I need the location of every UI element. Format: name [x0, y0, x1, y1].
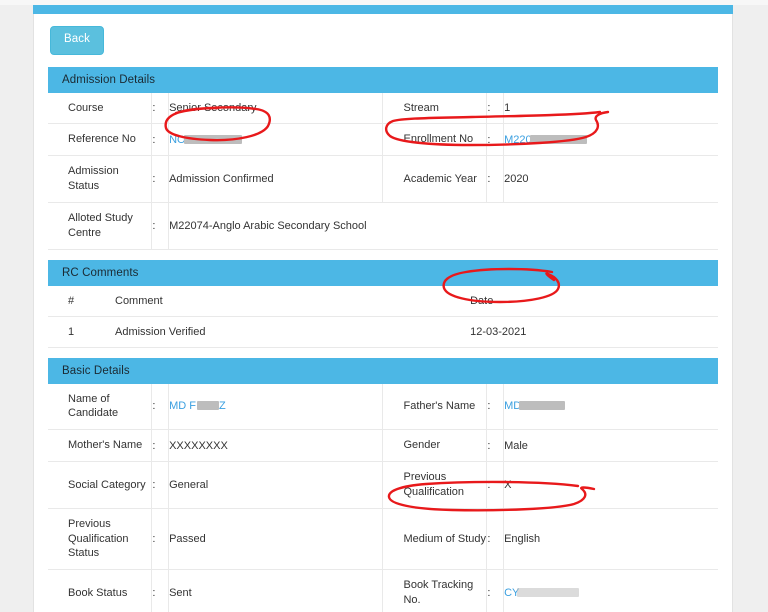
table-row: 1 Admission Verified 12-03-2021 [48, 316, 718, 348]
field-value-admission-status: Admission Confirmed [168, 155, 384, 203]
table-row: Social Category : General Previous Quali… [48, 461, 718, 509]
field-label-social-category: Social Category [48, 461, 153, 509]
field-label-academic-year: Academic Year [382, 155, 488, 203]
colon-separator: : [486, 383, 505, 431]
field-label-previous-qualification: Previous Qualification [382, 461, 488, 509]
colon-separator: : [486, 508, 505, 571]
rc-comments-table: # Comment Date 1 Admission Verified 12-0… [48, 285, 718, 348]
field-label-course: Course [48, 92, 153, 125]
section-title-rc-comments: RC Comments [48, 259, 718, 286]
redaction-bar [529, 134, 587, 144]
table-row: Name of Candidate : MD FZ Father's Name … [48, 383, 718, 431]
field-value-enrollment-no: M220 [503, 123, 718, 157]
column-header-index: # [48, 285, 115, 317]
column-header-comment: Comment [115, 285, 471, 317]
field-label-book-tracking-no: Book Tracking No. [382, 569, 488, 612]
screenshot-root: Back Admission Details Course : Senior S… [0, 0, 768, 612]
table-row: Previous Qualification Status : Passed M… [48, 508, 718, 571]
field-value-social-category: General [168, 461, 384, 509]
colon-separator: : [486, 461, 505, 509]
field-label-gender: Gender [382, 429, 488, 463]
section-title-admission-details: Admission Details [48, 66, 718, 93]
field-label-mothers-name: Mother's Name [48, 429, 153, 463]
admission-details-table: Course : Senior Secondary Stream : 1 Ref… [48, 92, 718, 250]
field-value-stream: 1 [503, 92, 718, 125]
colon-separator: : [151, 461, 170, 509]
cell-date: 12-03-2021 [470, 316, 718, 348]
table-row: Book Status : Sent Book Tracking No. : C… [48, 569, 718, 612]
field-label-enrollment-no: Enrollment No [382, 123, 488, 157]
field-value-reference-no: NO [168, 123, 384, 157]
redaction-bar [183, 134, 242, 144]
cell-index: 1 [48, 316, 115, 348]
back-button[interactable]: Back [50, 26, 104, 55]
field-label-reference-no: Reference No [48, 123, 153, 157]
field-label-book-status: Book Status [48, 569, 153, 612]
field-value-gender: Male [503, 429, 718, 463]
table-header-row: # Comment Date [48, 285, 718, 317]
colon-separator: : [151, 92, 170, 125]
field-value-book-tracking-no: CY [503, 569, 718, 612]
field-label-medium-of-study: Medium of Study [382, 508, 488, 571]
field-value-previous-qualification-status: Passed [168, 508, 384, 571]
field-value-name-of-candidate-text: MD F [169, 400, 196, 413]
field-label-fathers-name: Father's Name [382, 383, 488, 431]
section-title-basic-details: Basic Details [48, 357, 718, 384]
table-row: Admission Status : Admission Confirmed A… [48, 155, 718, 203]
colon-separator: : [151, 383, 170, 431]
field-value-alloted-study-centre: M22074-Anglo Arabic Secondary School [168, 202, 718, 250]
colon-separator: : [486, 123, 505, 157]
field-label-stream: Stream [382, 92, 488, 125]
table-row: Reference No : NO Enrollment No : M220 [48, 123, 718, 157]
colon-separator: : [486, 155, 505, 203]
colon-separator: : [151, 155, 170, 203]
page-content: Back Admission Details Course : Senior S… [34, 14, 732, 612]
table-row: Alloted Study Centre : M22074-Anglo Arab… [48, 202, 718, 250]
table-row: Course : Senior Secondary Stream : 1 [48, 92, 718, 125]
field-value-fathers-name: MD [503, 383, 718, 431]
cell-comment: Admission Verified [115, 316, 471, 348]
colon-separator: : [151, 202, 170, 250]
panel-admission-details: Admission Details Course : Senior Second… [48, 66, 718, 250]
field-label-name-of-candidate: Name of Candidate [48, 383, 153, 431]
field-value-medium-of-study: English [503, 508, 718, 571]
colon-separator: : [151, 123, 170, 157]
back-button-row: Back [48, 24, 718, 67]
column-header-date: Date [470, 285, 718, 317]
field-value-name-suffix: Z [218, 400, 226, 413]
panel-basic-details: Basic Details Name of Candidate : MD FZ … [48, 357, 718, 612]
basic-details-table: Name of Candidate : MD FZ Father's Name … [48, 383, 718, 612]
site-header-bar [33, 5, 733, 14]
field-value-enrollment-no-text: M220 [504, 133, 532, 146]
field-value-previous-qualification: X [503, 461, 718, 509]
redaction-bar [517, 588, 580, 598]
field-label-admission-status: Admission Status [48, 155, 153, 203]
colon-separator: : [151, 508, 170, 571]
field-value-book-status: Sent [168, 569, 384, 612]
colon-separator: : [151, 429, 170, 463]
colon-separator: : [486, 569, 505, 612]
table-row: Mother's Name : XXXXXXXX Gender : Male [48, 429, 718, 463]
colon-separator: : [151, 569, 170, 612]
colon-separator: : [486, 429, 505, 463]
panel-rc-comments: RC Comments # Comment Date 1 Admission V… [48, 259, 718, 348]
field-value-course: Senior Secondary [168, 92, 384, 125]
field-value-mothers-name: XXXXXXXX [168, 429, 384, 463]
field-value-academic-year: 2020 [503, 155, 718, 203]
colon-separator: : [486, 92, 505, 125]
redaction-bar [519, 401, 566, 411]
page-container: Back Admission Details Course : Senior S… [33, 5, 733, 612]
field-label-previous-qualification-status: Previous Qualification Status [48, 508, 153, 571]
redaction-bar [196, 401, 219, 411]
field-label-alloted-study-centre: Alloted Study Centre [48, 202, 153, 250]
field-value-name-of-candidate: MD F Z [168, 383, 384, 431]
